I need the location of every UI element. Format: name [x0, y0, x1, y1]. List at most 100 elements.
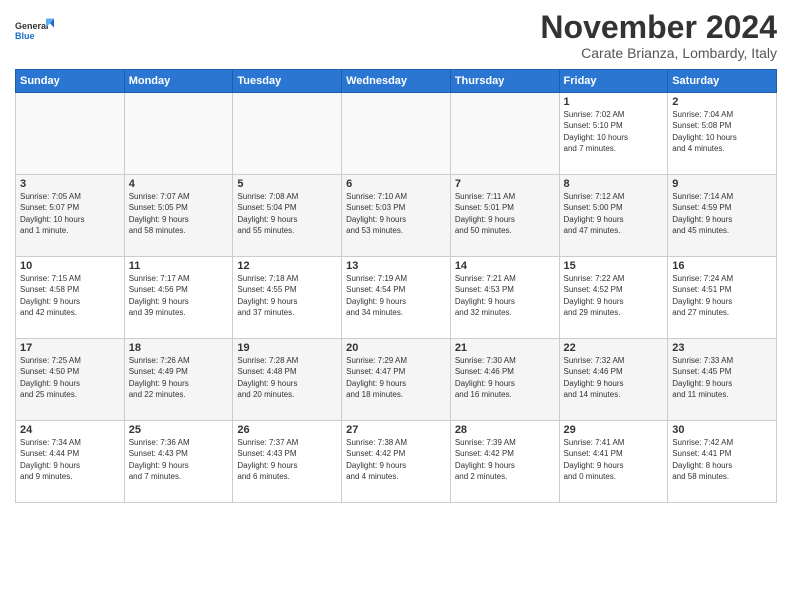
calendar-cell: 30Sunrise: 7:42 AM Sunset: 4:41 PM Dayli… [668, 421, 777, 503]
day-info: Sunrise: 7:41 AM Sunset: 4:41 PM Dayligh… [564, 437, 664, 482]
logo: General Blue [15, 10, 55, 50]
calendar-cell: 11Sunrise: 7:17 AM Sunset: 4:56 PM Dayli… [124, 257, 233, 339]
day-number: 23 [672, 342, 772, 354]
col-thursday: Thursday [450, 70, 559, 93]
title-block: November 2024 Carate Brianza, Lombardy, … [540, 10, 777, 61]
day-number: 9 [672, 178, 772, 190]
day-number: 4 [129, 178, 229, 190]
day-info: Sunrise: 7:08 AM Sunset: 5:04 PM Dayligh… [237, 191, 337, 236]
day-info: Sunrise: 7:04 AM Sunset: 5:08 PM Dayligh… [672, 109, 772, 154]
day-number: 21 [455, 342, 555, 354]
calendar-cell [233, 93, 342, 175]
calendar-cell: 18Sunrise: 7:26 AM Sunset: 4:49 PM Dayli… [124, 339, 233, 421]
day-number: 10 [20, 260, 120, 272]
calendar-table: Sunday Monday Tuesday Wednesday Thursday… [15, 69, 777, 503]
day-info: Sunrise: 7:22 AM Sunset: 4:52 PM Dayligh… [564, 273, 664, 318]
day-number: 28 [455, 424, 555, 436]
day-info: Sunrise: 7:24 AM Sunset: 4:51 PM Dayligh… [672, 273, 772, 318]
day-number: 30 [672, 424, 772, 436]
calendar-cell: 12Sunrise: 7:18 AM Sunset: 4:55 PM Dayli… [233, 257, 342, 339]
calendar-cell [342, 93, 451, 175]
day-info: Sunrise: 7:38 AM Sunset: 4:42 PM Dayligh… [346, 437, 446, 482]
day-number: 25 [129, 424, 229, 436]
calendar-cell: 1Sunrise: 7:02 AM Sunset: 5:10 PM Daylig… [559, 93, 668, 175]
day-number: 5 [237, 178, 337, 190]
day-number: 12 [237, 260, 337, 272]
calendar-cell: 17Sunrise: 7:25 AM Sunset: 4:50 PM Dayli… [16, 339, 125, 421]
calendar-cell: 9Sunrise: 7:14 AM Sunset: 4:59 PM Daylig… [668, 175, 777, 257]
col-wednesday: Wednesday [342, 70, 451, 93]
calendar-cell: 4Sunrise: 7:07 AM Sunset: 5:05 PM Daylig… [124, 175, 233, 257]
day-info: Sunrise: 7:25 AM Sunset: 4:50 PM Dayligh… [20, 355, 120, 400]
day-info: Sunrise: 7:42 AM Sunset: 4:41 PM Dayligh… [672, 437, 772, 482]
calendar-cell: 7Sunrise: 7:11 AM Sunset: 5:01 PM Daylig… [450, 175, 559, 257]
calendar-cell: 5Sunrise: 7:08 AM Sunset: 5:04 PM Daylig… [233, 175, 342, 257]
header: General Blue November 2024 Carate Brianz… [15, 10, 777, 61]
calendar-cell: 19Sunrise: 7:28 AM Sunset: 4:48 PM Dayli… [233, 339, 342, 421]
calendar-cell: 23Sunrise: 7:33 AM Sunset: 4:45 PM Dayli… [668, 339, 777, 421]
day-number: 6 [346, 178, 446, 190]
col-friday: Friday [559, 70, 668, 93]
day-info: Sunrise: 7:14 AM Sunset: 4:59 PM Dayligh… [672, 191, 772, 236]
calendar-cell: 10Sunrise: 7:15 AM Sunset: 4:58 PM Dayli… [16, 257, 125, 339]
day-info: Sunrise: 7:10 AM Sunset: 5:03 PM Dayligh… [346, 191, 446, 236]
day-number: 13 [346, 260, 446, 272]
day-number: 24 [20, 424, 120, 436]
day-info: Sunrise: 7:05 AM Sunset: 5:07 PM Dayligh… [20, 191, 120, 236]
day-info: Sunrise: 7:28 AM Sunset: 4:48 PM Dayligh… [237, 355, 337, 400]
day-info: Sunrise: 7:33 AM Sunset: 4:45 PM Dayligh… [672, 355, 772, 400]
month-title: November 2024 [540, 10, 777, 45]
day-number: 16 [672, 260, 772, 272]
calendar-cell: 27Sunrise: 7:38 AM Sunset: 4:42 PM Dayli… [342, 421, 451, 503]
calendar-cell: 3Sunrise: 7:05 AM Sunset: 5:07 PM Daylig… [16, 175, 125, 257]
svg-text:General: General [15, 21, 49, 31]
day-number: 15 [564, 260, 664, 272]
col-saturday: Saturday [668, 70, 777, 93]
calendar-cell: 29Sunrise: 7:41 AM Sunset: 4:41 PM Dayli… [559, 421, 668, 503]
day-number: 8 [564, 178, 664, 190]
header-row: Sunday Monday Tuesday Wednesday Thursday… [16, 70, 777, 93]
calendar-cell: 28Sunrise: 7:39 AM Sunset: 4:42 PM Dayli… [450, 421, 559, 503]
page: General Blue November 2024 Carate Brianz… [0, 0, 792, 612]
day-info: Sunrise: 7:12 AM Sunset: 5:00 PM Dayligh… [564, 191, 664, 236]
day-number: 11 [129, 260, 229, 272]
day-info: Sunrise: 7:26 AM Sunset: 4:49 PM Dayligh… [129, 355, 229, 400]
col-sunday: Sunday [16, 70, 125, 93]
day-number: 2 [672, 96, 772, 108]
calendar-cell: 8Sunrise: 7:12 AM Sunset: 5:00 PM Daylig… [559, 175, 668, 257]
day-number: 3 [20, 178, 120, 190]
calendar-cell [124, 93, 233, 175]
calendar-cell [450, 93, 559, 175]
week-row-3: 10Sunrise: 7:15 AM Sunset: 4:58 PM Dayli… [16, 257, 777, 339]
day-number: 20 [346, 342, 446, 354]
col-monday: Monday [124, 70, 233, 93]
day-number: 18 [129, 342, 229, 354]
day-info: Sunrise: 7:21 AM Sunset: 4:53 PM Dayligh… [455, 273, 555, 318]
day-number: 19 [237, 342, 337, 354]
calendar-cell: 25Sunrise: 7:36 AM Sunset: 4:43 PM Dayli… [124, 421, 233, 503]
calendar-cell: 6Sunrise: 7:10 AM Sunset: 5:03 PM Daylig… [342, 175, 451, 257]
day-number: 1 [564, 96, 664, 108]
calendar-cell: 21Sunrise: 7:30 AM Sunset: 4:46 PM Dayli… [450, 339, 559, 421]
day-number: 7 [455, 178, 555, 190]
location: Carate Brianza, Lombardy, Italy [540, 45, 777, 61]
calendar-cell: 26Sunrise: 7:37 AM Sunset: 4:43 PM Dayli… [233, 421, 342, 503]
svg-text:Blue: Blue [15, 31, 35, 41]
logo-svg: General Blue [15, 10, 55, 50]
day-info: Sunrise: 7:17 AM Sunset: 4:56 PM Dayligh… [129, 273, 229, 318]
week-row-5: 24Sunrise: 7:34 AM Sunset: 4:44 PM Dayli… [16, 421, 777, 503]
calendar-cell: 16Sunrise: 7:24 AM Sunset: 4:51 PM Dayli… [668, 257, 777, 339]
day-number: 29 [564, 424, 664, 436]
day-number: 26 [237, 424, 337, 436]
week-row-4: 17Sunrise: 7:25 AM Sunset: 4:50 PM Dayli… [16, 339, 777, 421]
day-info: Sunrise: 7:19 AM Sunset: 4:54 PM Dayligh… [346, 273, 446, 318]
day-info: Sunrise: 7:34 AM Sunset: 4:44 PM Dayligh… [20, 437, 120, 482]
calendar-cell: 15Sunrise: 7:22 AM Sunset: 4:52 PM Dayli… [559, 257, 668, 339]
calendar-cell: 22Sunrise: 7:32 AM Sunset: 4:46 PM Dayli… [559, 339, 668, 421]
calendar-cell: 2Sunrise: 7:04 AM Sunset: 5:08 PM Daylig… [668, 93, 777, 175]
day-info: Sunrise: 7:32 AM Sunset: 4:46 PM Dayligh… [564, 355, 664, 400]
col-tuesday: Tuesday [233, 70, 342, 93]
day-number: 17 [20, 342, 120, 354]
day-info: Sunrise: 7:18 AM Sunset: 4:55 PM Dayligh… [237, 273, 337, 318]
day-info: Sunrise: 7:11 AM Sunset: 5:01 PM Dayligh… [455, 191, 555, 236]
